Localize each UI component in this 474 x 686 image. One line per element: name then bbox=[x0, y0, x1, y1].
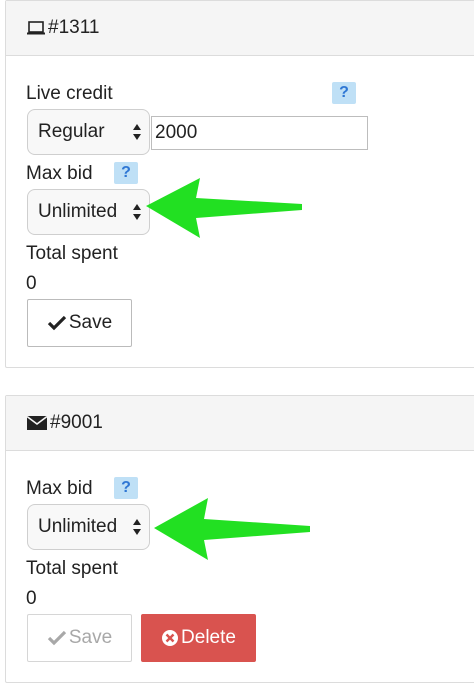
panel-heading: #9001 bbox=[6, 396, 474, 451]
delete-button[interactable]: Delete bbox=[141, 614, 256, 662]
total-spent-label: Total spent bbox=[26, 243, 118, 264]
total-spent-value: 0 bbox=[26, 273, 37, 294]
max-bid-value: Unlimited bbox=[38, 201, 118, 222]
help-icon[interactable]: ? bbox=[114, 162, 138, 184]
delete-label: Delete bbox=[181, 627, 236, 648]
credit-type-value: Regular bbox=[38, 121, 105, 142]
checkmark-icon bbox=[47, 315, 67, 331]
annotation-arrow-icon bbox=[154, 498, 310, 560]
laptop-icon bbox=[26, 20, 46, 36]
credit-amount-input[interactable]: 2000 bbox=[151, 116, 368, 150]
annotation-arrow-icon bbox=[146, 178, 302, 238]
envelope-icon bbox=[26, 415, 48, 431]
delete-circle-icon bbox=[161, 629, 179, 647]
credit-type-select[interactable]: Regular bbox=[27, 109, 150, 155]
total-spent-label: Total spent bbox=[26, 558, 118, 579]
max-bid-select[interactable]: Unlimited bbox=[27, 504, 150, 550]
panel-heading: #1311 bbox=[6, 1, 474, 56]
save-label: Save bbox=[68, 627, 113, 648]
select-arrows-icon bbox=[132, 122, 142, 148]
live-credit-label: Live credit bbox=[26, 83, 113, 104]
max-bid-label: Max bid bbox=[26, 478, 93, 499]
checkmark-icon bbox=[47, 630, 67, 646]
help-icon[interactable]: ? bbox=[114, 477, 138, 499]
help-icon[interactable]: ? bbox=[332, 82, 356, 104]
max-bid-select[interactable]: Unlimited bbox=[27, 189, 150, 235]
save-button[interactable]: Save bbox=[27, 299, 132, 347]
select-arrows-icon bbox=[132, 517, 142, 543]
panel-id: #1311 bbox=[48, 17, 100, 38]
max-bid-label: Max bid bbox=[26, 163, 93, 184]
save-label: Save bbox=[68, 312, 113, 333]
panel-id: #9001 bbox=[50, 412, 103, 433]
max-bid-value: Unlimited bbox=[38, 516, 118, 537]
total-spent-value: 0 bbox=[26, 588, 37, 609]
save-button[interactable]: Save bbox=[27, 614, 132, 662]
